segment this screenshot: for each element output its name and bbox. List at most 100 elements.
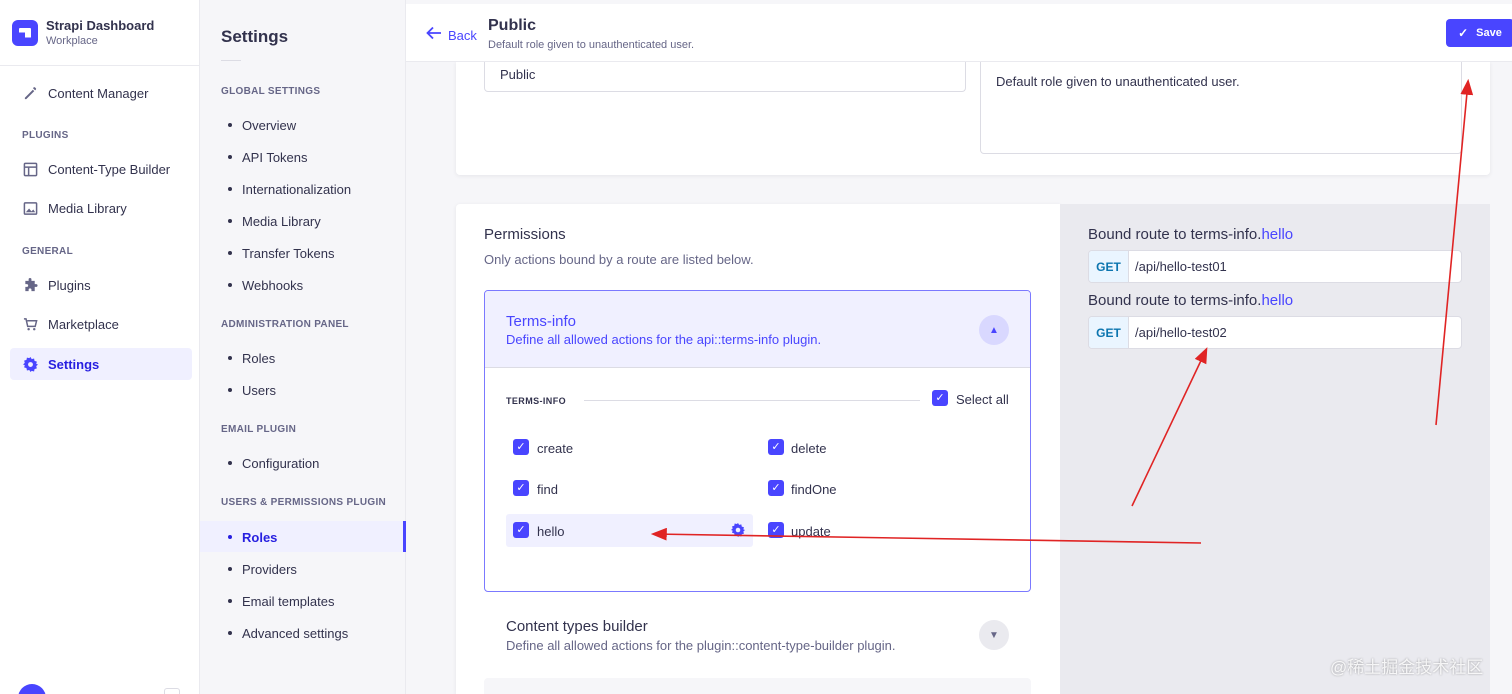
checkbox-find[interactable]: ✓ [513,480,529,496]
subnav-item-label: Configuration [242,455,320,471]
arrow-left-icon [426,26,442,45]
route-method-badge: GET [1089,251,1129,282]
subnav-item-label: Media Library [242,213,321,229]
subnav-section-global: GLOBAL SETTINGS [221,86,321,97]
bullet-icon [228,599,232,603]
subnav-item-up-roles[interactable]: Roles [228,522,404,552]
subnav-item-label: API Tokens [242,149,308,165]
accordion-next[interactable] [484,678,1031,694]
save-button[interactable]: ✓ Save [1446,19,1512,47]
nav-settings[interactable]: Settings [10,348,192,380]
role-name-input[interactable]: Public [484,62,966,92]
accordion-content-types-builder-title[interactable]: Content types builder [506,618,648,635]
subnav-section-email: EMAIL PLUGIN [221,424,297,435]
brand-header[interactable]: Strapi Dashboard Workplace [0,0,199,66]
subnav-item-label: Internationalization [242,181,352,197]
puzzle-icon [22,277,38,293]
nav-label: Media Library [48,200,127,216]
main-nav: Strapi Dashboard Workplace Content Manag… [0,0,200,694]
checkbox-findone[interactable]: ✓ [768,480,784,496]
bullet-icon [228,567,232,571]
brand-subtitle: Workplace [46,35,98,47]
action-label-create: create [537,441,574,456]
subnav-item-label: Webhooks [242,277,304,293]
avatar[interactable] [18,684,46,694]
subnav-item-transfer-tokens[interactable]: Transfer Tokens [228,238,404,268]
nav-content-type-builder[interactable]: Content-Type Builder [10,153,192,185]
bullet-icon [228,283,232,287]
bullet-icon [228,356,232,360]
accordion-terms-info: Terms-info Define all allowed actions fo… [484,290,1031,592]
bullet-icon [228,123,232,127]
back-link[interactable]: Back [426,26,477,45]
nav-media-library[interactable]: Media Library [10,192,192,224]
nav-plugins[interactable]: Plugins [10,269,192,301]
nav-label: Marketplace [48,316,119,332]
route-title-prefix: Bound route to terms-info. [1088,292,1262,309]
subnav-item-users[interactable]: Users [228,375,404,405]
route-row: GET /api/hello-test01 [1088,250,1462,283]
nav-label: Settings [48,356,100,372]
route-path: /api/hello-test01 [1135,259,1227,274]
accordion-description: Define all allowed actions for the api::… [506,332,822,347]
group-label: TERMS-INFO [506,396,566,406]
checkbox-hello[interactable]: ✓ [513,522,529,538]
watermark: @稀土掘金技术社区 [1330,658,1484,677]
subnav-item-label: Advanced settings [242,625,349,641]
action-label-findone: findOne [791,482,837,497]
page-title: Public [488,17,537,34]
subnav-item-overview[interactable]: Overview [228,110,404,140]
subnav-item-advanced-settings[interactable]: Advanced settings [228,618,404,648]
bullet-icon [228,535,232,539]
role-description-textarea[interactable]: Default role given to unauthenticated us… [980,62,1462,154]
bullet-icon [228,631,232,635]
nav-section-plugins: PLUGINS [22,130,69,141]
checkbox-create[interactable]: ✓ [513,439,529,455]
select-all-label: Select all [956,392,1009,407]
subnav-section-users-permissions: USERS & PERMISSIONS PLUGIN [221,497,387,508]
subnav-item-api-tokens[interactable]: API Tokens [228,142,404,172]
divider [584,400,920,401]
bullet-icon [228,187,232,191]
subnav-item-label: Roles [242,529,278,545]
nav-marketplace[interactable]: Marketplace [10,308,192,340]
back-label: Back [448,28,477,43]
route-title-action: hello [1261,226,1294,243]
accordion-header[interactable]: Terms-info Define all allowed actions fo… [485,291,1030,368]
checkbox-delete[interactable]: ✓ [768,439,784,455]
chevron-up-icon[interactable]: ▲ [979,315,1009,345]
subnav-item-label: Overview [242,117,297,133]
nav-content-manager[interactable]: Content Manager [10,77,192,109]
bullet-icon [228,461,232,465]
permissions-card: Permissions Only actions bound by a rout… [456,204,1060,694]
bullet-icon [228,251,232,255]
subnav-item-webhooks[interactable]: Webhooks [228,270,404,300]
route-title-prefix: Bound route to terms-info. [1088,226,1262,243]
action-label-delete: delete [791,441,827,456]
role-details-card: Public Default role given to unauthentic… [456,62,1490,175]
chevron-down-icon[interactable]: ▼ [979,620,1009,650]
subnav-item-admin-roles[interactable]: Roles [228,343,404,373]
nav-label: Content-Type Builder [48,161,171,177]
route-title: Bound route to terms-info.hello [1088,226,1293,243]
bullet-icon [228,155,232,159]
subnav-section-admin: ADMINISTRATION PANEL [221,319,349,330]
subnav-item-email-templates[interactable]: Email templates [228,586,404,616]
image-icon [22,200,38,216]
subnav-item-internationalization[interactable]: Internationalization [228,174,404,204]
subnav-item-providers[interactable]: Providers [228,554,404,584]
subnav-item-label: Roles [242,350,276,366]
strapi-logo-icon [12,19,38,46]
checkbox-update[interactable]: ✓ [768,522,784,538]
permissions-title: Permissions [484,226,566,243]
cog-icon[interactable] [731,523,745,540]
subnav-item-label: Email templates [242,593,335,609]
route-title-action: hello [1261,292,1294,309]
subnav-item-label: Users [242,382,276,398]
subnav-item-configuration[interactable]: Configuration [228,448,404,478]
select-all-checkbox[interactable]: ✓ [932,390,948,406]
subnav-item-media-library[interactable]: Media Library [228,206,404,236]
bullet-icon [228,219,232,223]
accordion-content-types-builder-description: Define all allowed actions for the plugi… [506,638,896,653]
collapse-nav-button[interactable] [164,688,180,694]
